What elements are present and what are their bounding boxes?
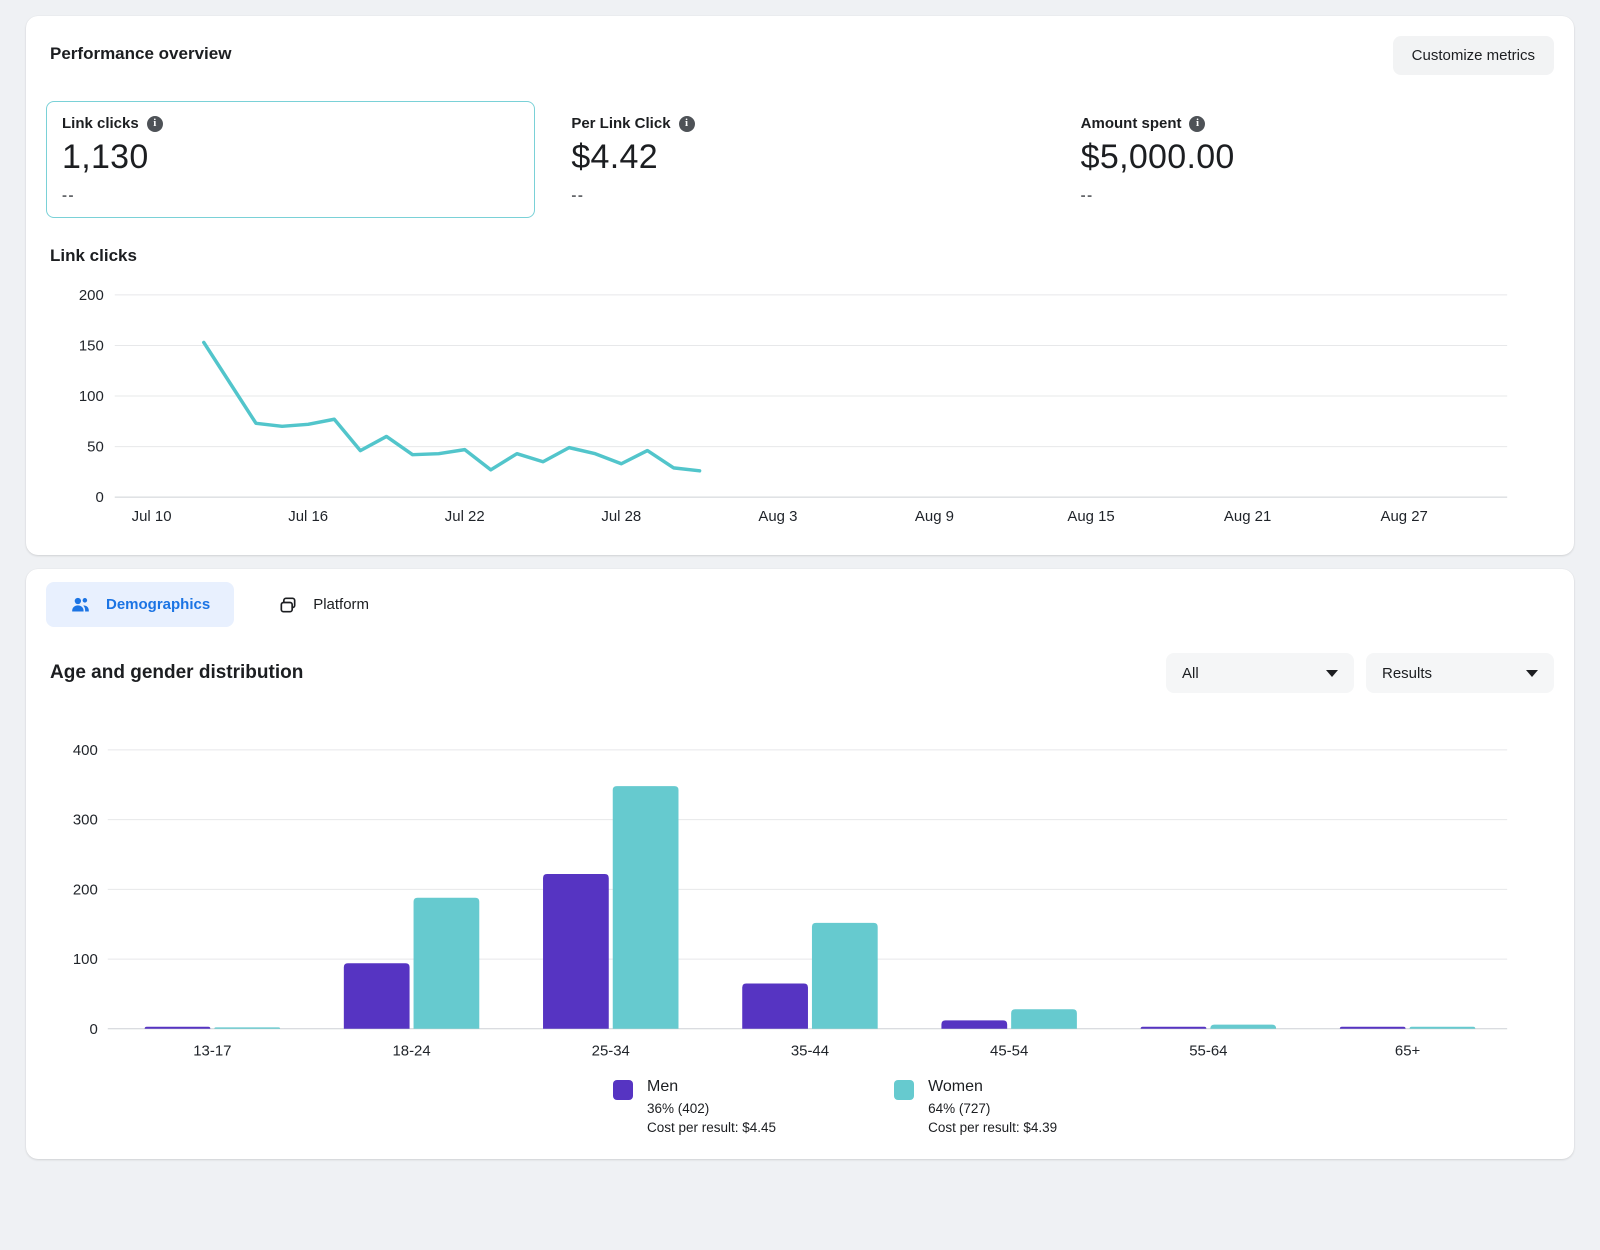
link-clicks-line-chart: 0 50 100 150 200 Jul 10 Jul 16 Jul 22 Jul 28 Aug … <box>46 278 1554 527</box>
svg-text:Aug 21: Aug 21 <box>1224 508 1271 525</box>
legend-item-men: Men 36% (402) Cost per result: $4.45 <box>613 1078 776 1135</box>
info-icon[interactable]: i <box>147 116 163 132</box>
women-swatch <box>894 1080 914 1100</box>
svg-text:150: 150 <box>79 337 104 354</box>
svg-text:18-24: 18-24 <box>392 1043 430 1060</box>
metric-value: $5,000.00 <box>1081 138 1538 177</box>
metric-label-row: Link clicks i <box>62 115 519 132</box>
info-icon[interactable]: i <box>679 116 695 132</box>
legend-item-women: Women 64% (727) Cost per result: $4.39 <box>894 1078 1057 1135</box>
metric-value: $4.42 <box>571 138 1028 177</box>
dropdown-value: Results <box>1382 665 1432 682</box>
metric-delta: -- <box>62 187 519 204</box>
svg-text:Aug 15: Aug 15 <box>1067 508 1114 525</box>
chevron-down-icon <box>1526 670 1538 677</box>
metric-card-amount-spent[interactable]: Amount spent i $5,000.00 -- <box>1065 101 1554 218</box>
performance-overview-card: Performance overview Customize metrics L… <box>26 16 1574 555</box>
performance-header: Performance overview Customize metrics <box>46 36 1554 75</box>
metric-card-per-link-click[interactable]: Per Link Click i $4.42 -- <box>555 101 1044 218</box>
svg-text:200: 200 <box>79 287 104 304</box>
metric-value: 1,130 <box>62 138 519 177</box>
age-gender-title: Age and gender distribution <box>50 662 303 684</box>
metric-label-row: Per Link Click i <box>571 115 1028 132</box>
svg-text:35-44: 35-44 <box>791 1043 829 1060</box>
chart-filters: All Results <box>1166 653 1554 693</box>
svg-text:45-54: 45-54 <box>990 1043 1028 1060</box>
legend-label: Women <box>928 1078 1057 1096</box>
line-chart-title: Link clicks <box>50 246 1554 266</box>
tab-label: Demographics <box>106 596 210 613</box>
metric-label: Amount spent <box>1081 115 1182 132</box>
svg-text:50: 50 <box>87 439 104 456</box>
svg-text:100: 100 <box>73 951 98 968</box>
svg-text:400: 400 <box>73 742 98 759</box>
metric-filter-dropdown[interactable]: Results <box>1366 653 1554 693</box>
svg-text:0: 0 <box>95 489 103 506</box>
svg-text:200: 200 <box>73 881 98 898</box>
men-swatch <box>613 1080 633 1100</box>
metric-delta: -- <box>1081 187 1538 204</box>
chart-legend: Men 36% (402) Cost per result: $4.45 Wom… <box>613 1078 1554 1135</box>
metric-card-link-clicks[interactable]: Link clicks i 1,130 -- <box>46 101 535 218</box>
metric-label: Per Link Click <box>571 115 670 132</box>
chevron-down-icon <box>1326 670 1338 677</box>
svg-text:Aug 3: Aug 3 <box>758 508 797 525</box>
legend-label: Men <box>647 1078 776 1096</box>
performance-title: Performance overview <box>50 44 231 64</box>
svg-text:13-17: 13-17 <box>193 1043 231 1060</box>
legend-share: 36% (402) <box>647 1101 776 1116</box>
age-gender-bar-chart: 0 100 200 300 400 13-17 18-24 25-34 35-44 45-54 55… <box>46 727 1554 1062</box>
demographics-card: Demographics Platform Age and gender dis… <box>26 569 1574 1159</box>
age-gender-section-header: Age and gender distribution All Results <box>46 653 1554 693</box>
svg-text:100: 100 <box>79 388 104 405</box>
legend-cost: Cost per result: $4.45 <box>647 1120 776 1135</box>
dropdown-value: All <box>1182 665 1199 682</box>
legend-share: 64% (727) <box>928 1101 1057 1116</box>
customize-metrics-button[interactable]: Customize metrics <box>1393 36 1554 75</box>
svg-text:Jul 16: Jul 16 <box>288 508 328 525</box>
tab-demographics[interactable]: Demographics <box>46 582 234 627</box>
platform-icon <box>278 595 298 615</box>
svg-text:Aug 27: Aug 27 <box>1381 508 1428 525</box>
metric-delta: -- <box>571 187 1028 204</box>
svg-text:25-34: 25-34 <box>592 1043 630 1060</box>
tab-label: Platform <box>313 596 369 613</box>
bar-chart-wrap: 0 100 200 300 400 13-17 18-24 25-34 35-44 45-54 55… <box>46 727 1554 1062</box>
legend-cost: Cost per result: $4.39 <box>928 1120 1057 1135</box>
svg-text:65+: 65+ <box>1395 1043 1420 1060</box>
info-icon[interactable]: i <box>1189 116 1205 132</box>
breakdown-tabs: Demographics Platform <box>46 582 1554 627</box>
svg-text:0: 0 <box>90 1021 98 1038</box>
metric-label: Link clicks <box>62 115 139 132</box>
svg-text:Jul 22: Jul 22 <box>445 508 485 525</box>
tab-platform[interactable]: Platform <box>254 583 393 627</box>
breakdown-filter-dropdown[interactable]: All <box>1166 653 1354 693</box>
svg-text:Aug 9: Aug 9 <box>915 508 954 525</box>
svg-text:Jul 10: Jul 10 <box>132 508 172 525</box>
svg-text:300: 300 <box>73 812 98 829</box>
metric-label-row: Amount spent i <box>1081 115 1538 132</box>
people-icon <box>70 594 91 615</box>
metrics-row: Link clicks i 1,130 -- Per Link Click i … <box>46 101 1554 218</box>
svg-text:55-64: 55-64 <box>1189 1043 1227 1060</box>
svg-text:Jul 28: Jul 28 <box>601 508 641 525</box>
